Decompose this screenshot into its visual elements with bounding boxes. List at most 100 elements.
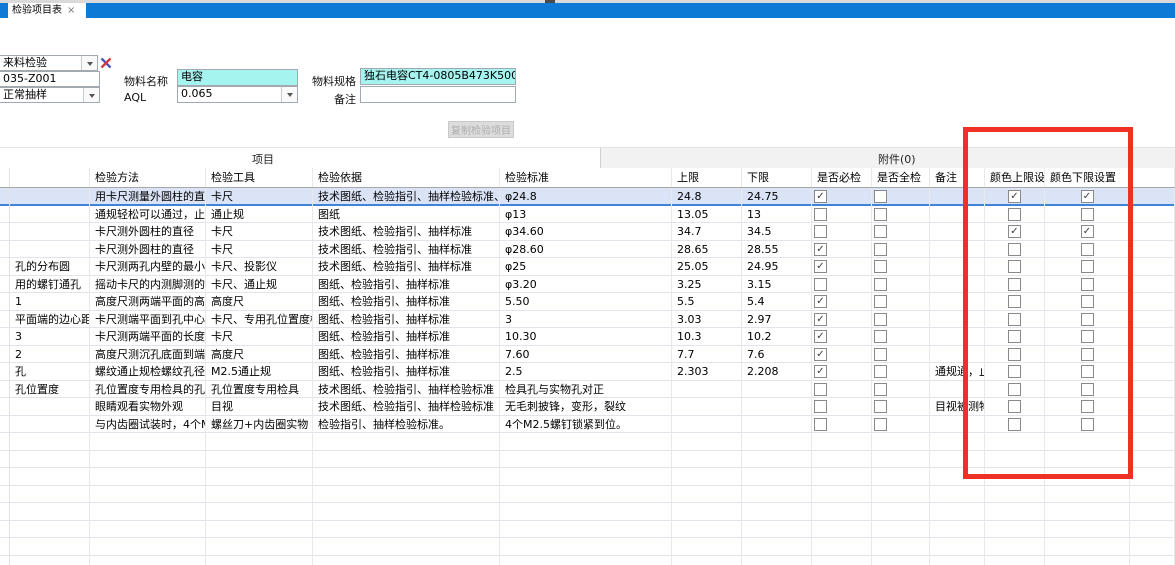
method-cell[interactable]: 高度尺测两端平面的高度或 — [90, 293, 206, 311]
remark-cell[interactable] — [930, 241, 985, 259]
upper-limit-cell[interactable]: 34.7 — [672, 223, 742, 241]
table-row[interactable]: 1高度尺测两端平面的高度或高度尺图纸、检验指引、抽样标准5.505.55.4✓ — [0, 293, 1175, 311]
remark-cell[interactable] — [930, 293, 985, 311]
empty-row[interactable] — [0, 503, 1175, 521]
must-inspect-checkbox[interactable] — [814, 400, 827, 413]
color-upper-checkbox[interactable] — [1008, 348, 1021, 361]
item-name-cell[interactable]: 用的螺钉通孔 — [10, 276, 90, 294]
must-inspect-checkbox[interactable] — [814, 208, 827, 221]
col-header-full-inspect[interactable]: 是否全检 — [872, 168, 930, 187]
chevron-down-icon[interactable] — [81, 56, 97, 70]
remark-cell[interactable] — [930, 206, 985, 224]
basis-cell[interactable]: 图纸、检验指引、抽样标准 — [313, 311, 500, 329]
full-inspect-checkbox[interactable] — [874, 400, 887, 413]
basis-cell[interactable]: 图纸、检验指引、抽样标准 — [313, 276, 500, 294]
must-inspect-checkbox[interactable] — [814, 225, 827, 238]
color-upper-checkbox[interactable]: ✓ — [1008, 225, 1021, 238]
color-lower-checkbox[interactable] — [1081, 418, 1094, 431]
remark-cell[interactable] — [930, 188, 985, 206]
standard-cell[interactable]: φ25 — [500, 258, 672, 276]
material-name-field[interactable]: 电容 — [177, 69, 298, 86]
standard-cell[interactable]: 3 — [500, 311, 672, 329]
standard-cell[interactable]: 无毛刺披锋，变形，裂纹 — [500, 398, 672, 416]
method-cell[interactable]: 卡尺测两端平面的长度 — [90, 328, 206, 346]
table-row[interactable]: 3卡尺测两端平面的长度卡尺图纸、检验指引、抽样标准10.3010.310.2✓ — [0, 328, 1175, 346]
table-row[interactable]: 平面端的边心距。卡尺测端平面到孔中心的长卡尺、专用孔位置度检具。图纸、检验指引、… — [0, 311, 1175, 329]
color-upper-checkbox[interactable] — [1008, 208, 1021, 221]
remark-cell[interactable] — [930, 311, 985, 329]
color-upper-checkbox[interactable] — [1008, 330, 1021, 343]
tool-cell[interactable]: 卡尺、投影仪 — [206, 258, 313, 276]
item-name-cell[interactable] — [10, 416, 90, 434]
tool-cell[interactable]: 卡尺 — [206, 241, 313, 259]
full-inspect-checkbox[interactable] — [874, 330, 887, 343]
item-name-cell[interactable] — [10, 241, 90, 259]
standard-cell[interactable]: φ3.20 — [500, 276, 672, 294]
must-inspect-checkbox[interactable]: ✓ — [814, 190, 827, 203]
tool-cell[interactable]: 卡尺 — [206, 188, 313, 206]
col-header-item-name[interactable] — [10, 168, 90, 187]
table-row[interactable]: 孔螺纹通止规检螺纹孔径：通规M2.5通止规图纸、检验指引、抽样标准2.52.30… — [0, 363, 1175, 381]
table-row[interactable]: 孔的分布圆卡尺测两孔内壁的最小长度卡尺、投影仪技术图纸、检验指引、抽样标准φ25… — [0, 258, 1175, 276]
remark-cell[interactable]: 目视被测物，无 — [930, 398, 985, 416]
lower-limit-cell[interactable]: 13 — [742, 206, 812, 224]
color-upper-checkbox[interactable]: ✓ — [1008, 190, 1021, 203]
sampling-type-select[interactable]: 正常抽样 — [0, 87, 100, 103]
empty-row[interactable] — [0, 556, 1175, 565]
document-tab[interactable]: 检验项目表 × — [8, 3, 86, 18]
method-cell[interactable]: 用卡尺测量外圆柱的直径 — [90, 188, 206, 206]
clear-filter-x-icon[interactable] — [99, 56, 113, 70]
basis-cell[interactable]: 图纸、检验指引、抽样标准 — [313, 363, 500, 381]
method-cell[interactable]: 卡尺测端平面到孔中心的长 — [90, 311, 206, 329]
color-upper-checkbox[interactable] — [1008, 400, 1021, 413]
color-upper-checkbox[interactable] — [1008, 260, 1021, 273]
col-header-method[interactable]: 检验方法 — [90, 168, 206, 187]
upper-limit-cell[interactable]: 24.8 — [672, 188, 742, 206]
tool-cell[interactable]: 高度尺 — [206, 293, 313, 311]
method-cell[interactable]: 卡尺测外圆柱的直径 — [90, 223, 206, 241]
color-lower-checkbox[interactable]: ✓ — [1081, 190, 1094, 203]
aql-select[interactable]: 0.065 — [177, 86, 298, 103]
upper-limit-cell[interactable]: 3.03 — [672, 311, 742, 329]
lower-limit-cell[interactable]: 10.2 — [742, 328, 812, 346]
color-lower-checkbox[interactable] — [1081, 365, 1094, 378]
color-lower-checkbox[interactable] — [1081, 383, 1094, 396]
upper-limit-cell[interactable]: 25.05 — [672, 258, 742, 276]
method-cell[interactable]: 眼睛观看实物外观 — [90, 398, 206, 416]
method-cell[interactable]: 摇动卡尺的内测脚测的直径 — [90, 276, 206, 294]
remark-cell[interactable] — [930, 328, 985, 346]
chevron-down-icon[interactable] — [83, 88, 99, 102]
remark-cell[interactable] — [930, 381, 985, 399]
color-lower-checkbox[interactable] — [1081, 208, 1094, 221]
standard-cell[interactable]: 5.50 — [500, 293, 672, 311]
basis-cell[interactable]: 图纸、检验指引、抽样标准 — [313, 293, 500, 311]
lower-limit-cell[interactable] — [742, 381, 812, 399]
basis-cell[interactable]: 图纸 — [313, 206, 500, 224]
remark-cell[interactable] — [930, 346, 985, 364]
item-name-cell[interactable]: 孔位置度 — [10, 381, 90, 399]
full-inspect-checkbox[interactable] — [874, 208, 887, 221]
col-header-upper-limit[interactable]: 上限 — [672, 168, 742, 187]
method-cell[interactable]: 螺纹通止规检螺纹孔径：通规 — [90, 363, 206, 381]
full-inspect-checkbox[interactable] — [874, 190, 887, 203]
color-upper-checkbox[interactable] — [1008, 278, 1021, 291]
method-cell[interactable]: 卡尺测两孔内壁的最小长度 — [90, 258, 206, 276]
lower-limit-cell[interactable]: 28.55 — [742, 241, 812, 259]
empty-row[interactable] — [0, 538, 1175, 556]
lower-limit-cell[interactable]: 2.97 — [742, 311, 812, 329]
table-row[interactable]: 用的螺钉通孔摇动卡尺的内测脚测的直径卡尺、通止规图纸、检验指引、抽样标准φ3.2… — [0, 276, 1175, 294]
basis-cell[interactable]: 技术图纸、检验指引、抽样检验标准 — [313, 381, 500, 399]
basis-cell[interactable]: 检验指引、抽样检验标准。 — [313, 416, 500, 434]
table-row[interactable]: 与内齿圈试装时，4个M2.5螺螺丝刀+内齿圈实物检验指引、抽样检验标准。4个M2… — [0, 416, 1175, 434]
table-row[interactable]: 通规轻松可以通过，止规不能通过通止规图纸φ1313.0513 — [0, 206, 1175, 224]
table-row[interactable]: 2高度尺测沉孔底面到端平面高度尺图纸、检验指引、抽样标准7.607.77.6✓ — [0, 346, 1175, 364]
tool-cell[interactable]: 卡尺 — [206, 223, 313, 241]
basis-cell[interactable]: 技术图纸、检验指引、抽样标准 — [313, 258, 500, 276]
full-inspect-checkbox[interactable] — [874, 295, 887, 308]
note-field[interactable] — [360, 86, 516, 103]
col-header-standard[interactable]: 检验标准 — [500, 168, 672, 187]
color-upper-checkbox[interactable] — [1008, 313, 1021, 326]
tool-cell[interactable]: 卡尺 — [206, 328, 313, 346]
standard-cell[interactable]: 2.5 — [500, 363, 672, 381]
basis-cell[interactable]: 图纸、检验指引、抽样标准 — [313, 346, 500, 364]
